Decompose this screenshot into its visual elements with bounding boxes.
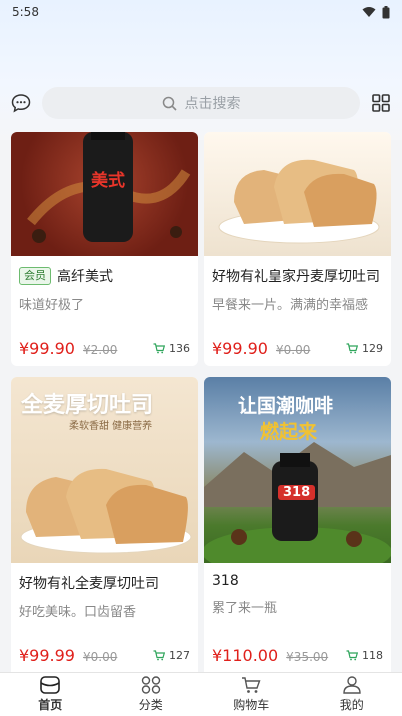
nav-profile[interactable]: 我的 — [302, 673, 402, 716]
product-orig-price: ¥35.00 — [286, 650, 329, 664]
product-image-text: 美式 — [91, 171, 125, 191]
bottom-nav: 首页 分类 购物车 我的 — [0, 672, 402, 716]
sales-count: 136 — [169, 342, 190, 355]
sales-count: 118 — [362, 649, 383, 662]
product-price: ¥99.90 — [212, 339, 268, 358]
product-image-label: 318 — [278, 485, 316, 500]
nav-category[interactable]: 分类 — [101, 673, 202, 716]
search-icon — [162, 96, 177, 111]
nav-cart[interactable]: 购物车 — [201, 673, 302, 716]
nav-label-home: 首页 — [38, 698, 63, 712]
wifi-icon — [362, 7, 376, 17]
product-sales: 118 — [346, 649, 383, 662]
status-icons — [362, 5, 390, 19]
product-title: 好物有礼皇家丹麦厚切吐司 — [212, 269, 380, 285]
product-price: ¥110.00 — [212, 646, 279, 665]
cart-icon — [242, 677, 261, 693]
product-sales: 127 — [153, 649, 190, 662]
product-price: ¥99.90 — [19, 339, 75, 358]
product-desc: 累了来一瓶 — [212, 601, 278, 616]
product-desc: 早餐来一片。满满的幸福感 — [212, 298, 369, 313]
category-icon — [141, 676, 160, 694]
product-image: 让国潮咖啡 燃起来 318 — [204, 377, 391, 563]
product-orig-price: ¥2.00 — [82, 343, 118, 357]
nav-label-category: 分类 — [138, 698, 163, 712]
product-image — [204, 132, 391, 256]
product-image: 美式 — [11, 132, 198, 256]
product-card[interactable]: 全麦厚切吐司 柔软香甜 健康营养 好物有礼全麦厚切吐司 好吃美味。口齿留香 ¥9… — [11, 377, 198, 672]
cart-small-icon — [153, 343, 165, 354]
cart-small-icon — [153, 650, 165, 661]
nav-home[interactable]: 首页 — [0, 673, 101, 716]
product-card[interactable]: 让国潮咖啡 燃起来 318 318 累了来一瓶 ¥110.00 ¥35.00 1… — [204, 377, 391, 672]
status-time: 5:58 — [12, 5, 39, 19]
product-sales: 136 — [153, 342, 190, 355]
nav-label-profile: 我的 — [339, 698, 364, 712]
product-card[interactable]: 好物有礼皇家丹麦厚切吐司 早餐来一片。满满的幸福感 ¥99.90 ¥0.00 1… — [204, 132, 391, 366]
search-placeholder: 点击搜索 — [184, 96, 241, 112]
product-image: 全麦厚切吐司 柔软香甜 健康营养 — [11, 377, 198, 563]
search-bar[interactable]: 点击搜索 — [42, 87, 360, 119]
product-sales: 129 — [346, 342, 383, 355]
sales-count: 129 — [362, 342, 383, 355]
product-title: 好物有礼全麦厚切吐司 — [19, 576, 159, 592]
product-desc: 好吃美味。口齿留香 — [19, 605, 137, 620]
profile-icon — [343, 676, 361, 694]
product-title: 318 — [212, 573, 239, 589]
top-header: 点击搜索 — [0, 86, 402, 120]
status-bar: 5:58 — [0, 0, 402, 24]
grid-menu-icon[interactable] — [370, 92, 392, 114]
battery-icon — [382, 5, 390, 18]
cart-small-icon — [346, 343, 358, 354]
product-desc: 味道好极了 — [19, 298, 85, 313]
cart-small-icon — [346, 650, 358, 661]
product-orig-price: ¥0.00 — [82, 650, 118, 664]
product-orig-price: ¥0.00 — [275, 343, 311, 357]
product-card[interactable]: 美式 会员 高纤美式 味道好极了 ¥99.90 ¥2.00 136 — [11, 132, 198, 366]
product-grid: 美式 会员 高纤美式 味道好极了 ¥99.90 ¥2.00 136 好物有礼皇家… — [11, 132, 391, 672]
sales-count: 127 — [169, 649, 190, 662]
nav-label-cart: 购物车 — [233, 698, 270, 712]
home-icon — [40, 676, 61, 694]
product-title: 高纤美式 — [57, 269, 113, 285]
member-tag: 会员 — [19, 267, 51, 285]
product-price: ¥99.99 — [19, 646, 75, 665]
chat-bubble-icon[interactable] — [10, 92, 32, 114]
